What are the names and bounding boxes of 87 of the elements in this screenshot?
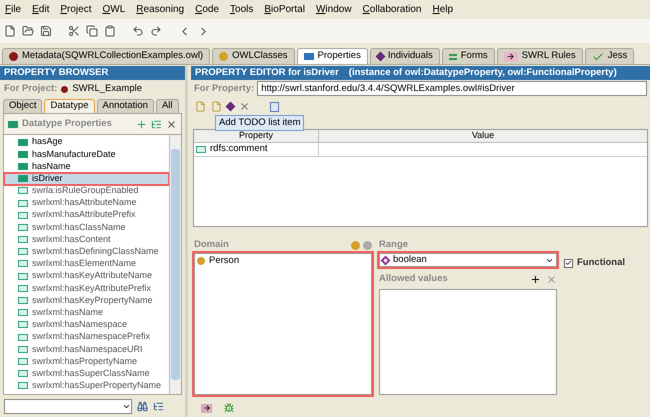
save-icon[interactable]: [40, 25, 52, 37]
tree-item[interactable]: swrlxml:hasPropertyName: [4, 355, 169, 368]
add-icon[interactable]: [530, 274, 541, 285]
tab[interactable]: Datatype: [44, 99, 94, 113]
tree-item[interactable]: swrlxml:hasName: [4, 306, 169, 319]
tree-item[interactable]: swrlxml:hasKeyAttributePrefix: [4, 282, 169, 294]
tree-item[interactable]: isDriver: [4, 172, 169, 185]
undo-icon[interactable]: [132, 25, 144, 37]
tab[interactable]: Metadata(SQWRLCollectionExamples.owl): [2, 48, 210, 64]
columns-icon[interactable]: [270, 102, 279, 112]
rectangle-icon: [304, 53, 314, 60]
tab[interactable]: Individuals: [370, 48, 440, 64]
lines-icon: [448, 54, 457, 60]
new-file-icon[interactable]: [4, 25, 16, 37]
tab[interactable]: SWRL Rules: [496, 48, 583, 64]
tab[interactable]: OWLClasses: [212, 48, 295, 64]
field-label: For Property:: [194, 82, 254, 96]
menu-item[interactable]: OWL: [102, 2, 126, 17]
tree-item[interactable]: swrlxml:hasAttributePrefix: [4, 209, 169, 222]
panel-header: PROPERTY BROWSER: [0, 66, 185, 80]
section-title: Datatype Properties: [22, 116, 113, 131]
menu-item[interactable]: Reasoning: [136, 2, 184, 17]
copy-icon[interactable]: [86, 25, 98, 37]
tab[interactable]: Jess: [584, 48, 634, 64]
editor-subtitle: (instance of owl:DatatypeProperty, owl:FunctionalProperty): [348, 66, 617, 80]
tree-item[interactable]: swrlxml:hasNamespacePrefix: [4, 331, 169, 344]
redo-icon[interactable]: [150, 25, 162, 37]
range-label: Range: [379, 238, 408, 252]
tree-item[interactable]: swrlxml:hasContent: [4, 234, 169, 246]
check-icon: [565, 259, 572, 268]
tree-item[interactable]: hasManufactureDate: [4, 148, 169, 160]
tab[interactable]: Annotation: [96, 99, 154, 113]
tree-item[interactable]: swrlxml:hasNamespaceURI: [4, 343, 169, 356]
tree-item[interactable]: swrlxml:hasElementName: [4, 258, 169, 270]
menu-item[interactable]: Help: [432, 2, 454, 17]
tree-item[interactable]: swrlxml:hasDefiningClassName: [4, 246, 169, 258]
menu-item[interactable]: Collaboration: [362, 2, 422, 17]
menu-item[interactable]: File: [5, 2, 22, 17]
column-header[interactable]: Property: [194, 130, 319, 142]
editor-title: PROPERTY EDITOR for isDriver: [195, 66, 339, 80]
table-cell: rdfs:comment: [194, 142, 319, 156]
delete-icon[interactable]: [166, 118, 177, 130]
range-combobox[interactable]: boolean: [379, 253, 557, 268]
tree-item[interactable]: swrlxml:hasSuperPropertyName: [4, 380, 169, 392]
tree-item[interactable]: swrlxml:hasSuperClassName: [4, 368, 169, 380]
menu-item[interactable]: Code: [195, 2, 220, 17]
menu-item[interactable]: Edit: [32, 2, 50, 17]
tree-item[interactable]: hasName: [4, 160, 169, 173]
cut-icon[interactable]: [68, 25, 80, 37]
add-subproperty-icon[interactable]: [151, 118, 162, 130]
datatype-icon: [380, 255, 390, 266]
list-item[interactable]: Person: [195, 254, 371, 268]
tree-item[interactable]: swrlxml:hasAttributeName: [4, 196, 169, 210]
domain-label: Domain: [194, 238, 230, 252]
tree-item[interactable]: swrlxml:hasKeyPropertyName: [4, 294, 169, 307]
functional-checkbox[interactable]: Functional: [564, 256, 626, 270]
remove-icon[interactable]: [239, 101, 250, 112]
allowed-values-label: Allowed values: [379, 272, 449, 286]
property-icon: [8, 120, 18, 128]
tree-item[interactable]: swrla:isRuleGroupEnabled: [4, 184, 169, 197]
menu-item[interactable]: Window: [316, 2, 352, 17]
tree-item[interactable]: swrlxml:hasKeyAttributeName: [4, 270, 169, 282]
tooltip: Add TODO list item: [215, 114, 304, 132]
bug-icon[interactable]: [224, 403, 234, 414]
project-name: SWRL_Example: [72, 82, 142, 96]
tab[interactable]: Forms: [442, 48, 495, 64]
tab[interactable]: Object: [3, 99, 42, 113]
menu-item[interactable]: Tools: [230, 2, 254, 17]
search-combobox[interactable]: [4, 398, 132, 414]
scrollbar[interactable]: [169, 135, 181, 394]
column-header[interactable]: Value: [319, 130, 647, 142]
tree-item[interactable]: swrlxml:hasNamespace: [4, 318, 169, 331]
open-folder-icon[interactable]: [22, 25, 34, 37]
property-icon: [196, 146, 206, 153]
tree-item[interactable]: hasAge: [4, 136, 169, 148]
uri-field[interactable]: http://swrl.stanford.edu/3.4.4/SQWRLExamples.owl#isDriver: [257, 81, 647, 96]
menu-item[interactable]: Project: [60, 2, 92, 17]
find-icon[interactable]: [137, 400, 148, 412]
tab[interactable]: Properties: [296, 48, 368, 64]
add-property-icon[interactable]: [136, 118, 147, 130]
tab[interactable]: All: [156, 99, 178, 113]
check-icon: [592, 50, 604, 62]
menu-item[interactable]: BioPortal: [264, 2, 305, 17]
tree-view-icon[interactable]: [153, 400, 164, 412]
tree-item[interactable]: swrlxml:hasClassName: [4, 221, 169, 234]
paste-icon[interactable]: [104, 25, 116, 37]
field-label: For Project:: [4, 82, 58, 96]
